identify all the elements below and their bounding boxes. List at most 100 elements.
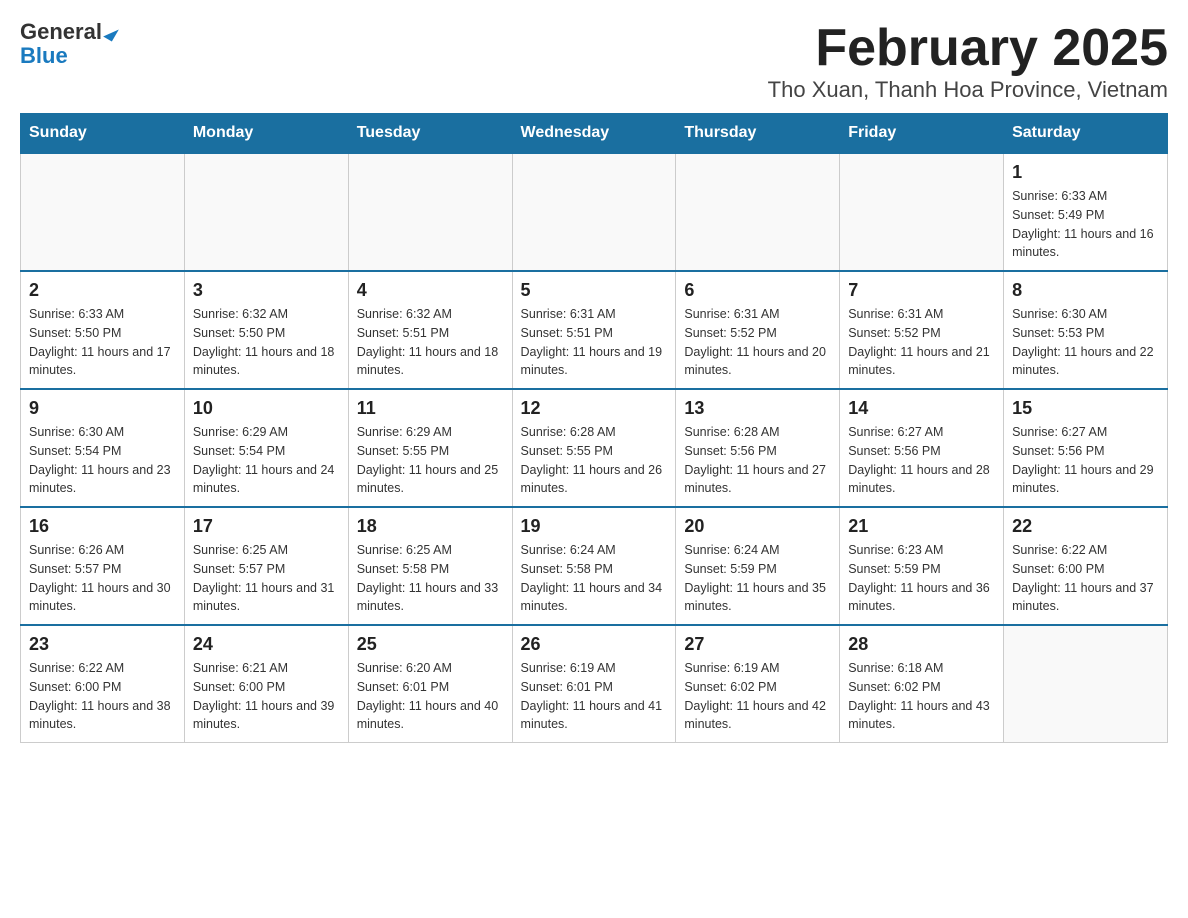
- day-info: Sunrise: 6:27 AM Sunset: 5:56 PM Dayligh…: [848, 423, 995, 498]
- day-info: Sunrise: 6:30 AM Sunset: 5:53 PM Dayligh…: [1012, 305, 1159, 380]
- day-info: Sunrise: 6:24 AM Sunset: 5:58 PM Dayligh…: [521, 541, 668, 616]
- header-saturday: Saturday: [1004, 114, 1168, 154]
- calendar-cell-w5-d2: 24 Sunrise: 6:21 AM Sunset: 6:00 PM Dayli…: [184, 625, 348, 743]
- day-number: 26: [521, 634, 668, 655]
- day-info: Sunrise: 6:22 AM Sunset: 6:00 PM Dayligh…: [29, 659, 176, 734]
- calendar-cell-w1-d1: [21, 153, 185, 271]
- calendar-cell-w4-d2: 17 Sunrise: 6:25 AM Sunset: 5:57 PM Dayli…: [184, 507, 348, 625]
- day-info: Sunrise: 6:32 AM Sunset: 5:50 PM Dayligh…: [193, 305, 340, 380]
- calendar-cell-w5-d7: [1004, 625, 1168, 743]
- calendar-cell-w1-d7: 1 Sunrise: 6:33 AM Sunset: 5:49 PM Daylig…: [1004, 153, 1168, 271]
- calendar-cell-w5-d1: 23 Sunrise: 6:22 AM Sunset: 6:00 PM Dayli…: [21, 625, 185, 743]
- page-header: General Blue February 2025 Tho Xuan, Tha…: [20, 20, 1168, 103]
- calendar-table: Sunday Monday Tuesday Wednesday Thursday…: [20, 113, 1168, 743]
- day-number: 18: [357, 516, 504, 537]
- day-number: 2: [29, 280, 176, 301]
- calendar-cell-w2-d1: 2 Sunrise: 6:33 AM Sunset: 5:50 PM Daylig…: [21, 271, 185, 389]
- day-number: 21: [848, 516, 995, 537]
- calendar-cell-w3-d7: 15 Sunrise: 6:27 AM Sunset: 5:56 PM Dayli…: [1004, 389, 1168, 507]
- calendar-cell-w5-d4: 26 Sunrise: 6:19 AM Sunset: 6:01 PM Dayli…: [512, 625, 676, 743]
- day-number: 8: [1012, 280, 1159, 301]
- day-number: 25: [357, 634, 504, 655]
- calendar-cell-w1-d5: [676, 153, 840, 271]
- day-number: 16: [29, 516, 176, 537]
- day-info: Sunrise: 6:29 AM Sunset: 5:54 PM Dayligh…: [193, 423, 340, 498]
- calendar-cell-w1-d2: [184, 153, 348, 271]
- day-info: Sunrise: 6:31 AM Sunset: 5:51 PM Dayligh…: [521, 305, 668, 380]
- calendar-cell-w4-d3: 18 Sunrise: 6:25 AM Sunset: 5:58 PM Dayli…: [348, 507, 512, 625]
- calendar-cell-w2-d3: 4 Sunrise: 6:32 AM Sunset: 5:51 PM Daylig…: [348, 271, 512, 389]
- calendar-cell-w3-d4: 12 Sunrise: 6:28 AM Sunset: 5:55 PM Dayli…: [512, 389, 676, 507]
- logo-triangle-icon: [103, 25, 119, 42]
- day-info: Sunrise: 6:27 AM Sunset: 5:56 PM Dayligh…: [1012, 423, 1159, 498]
- day-info: Sunrise: 6:28 AM Sunset: 5:55 PM Dayligh…: [521, 423, 668, 498]
- day-info: Sunrise: 6:25 AM Sunset: 5:58 PM Dayligh…: [357, 541, 504, 616]
- calendar-cell-w5-d5: 27 Sunrise: 6:19 AM Sunset: 6:02 PM Dayli…: [676, 625, 840, 743]
- calendar-cell-w3-d2: 10 Sunrise: 6:29 AM Sunset: 5:54 PM Dayli…: [184, 389, 348, 507]
- calendar-cell-w1-d6: [840, 153, 1004, 271]
- calendar-cell-w3-d5: 13Sunrise: 6:28 AM Sunset: 5:56 PM Dayli…: [676, 389, 840, 507]
- day-info: Sunrise: 6:19 AM Sunset: 6:02 PM Dayligh…: [684, 659, 831, 734]
- calendar-cell-w2-d4: 5 Sunrise: 6:31 AM Sunset: 5:51 PM Daylig…: [512, 271, 676, 389]
- day-number: 22: [1012, 516, 1159, 537]
- day-number: 20: [684, 516, 831, 537]
- day-number: 27: [684, 634, 831, 655]
- header-wednesday: Wednesday: [512, 114, 676, 154]
- day-number: 10: [193, 398, 340, 419]
- calendar-cell-w5-d6: 28Sunrise: 6:18 AM Sunset: 6:02 PM Dayli…: [840, 625, 1004, 743]
- day-info: Sunrise: 6:19 AM Sunset: 6:01 PM Dayligh…: [521, 659, 668, 734]
- day-info: Sunrise: 6:33 AM Sunset: 5:50 PM Dayligh…: [29, 305, 176, 380]
- calendar-cell-w5-d3: 25 Sunrise: 6:20 AM Sunset: 6:01 PM Dayli…: [348, 625, 512, 743]
- calendar-cell-w4-d7: 22 Sunrise: 6:22 AM Sunset: 6:00 PM Dayli…: [1004, 507, 1168, 625]
- day-number: 11: [357, 398, 504, 419]
- logo-general-text: General: [20, 19, 102, 44]
- page-subtitle: Tho Xuan, Thanh Hoa Province, Vietnam: [768, 77, 1168, 103]
- week-row-1: 1 Sunrise: 6:33 AM Sunset: 5:49 PM Daylig…: [21, 153, 1168, 271]
- title-section: February 2025 Tho Xuan, Thanh Hoa Provin…: [768, 20, 1168, 103]
- day-info: Sunrise: 6:22 AM Sunset: 6:00 PM Dayligh…: [1012, 541, 1159, 616]
- day-number: 24: [193, 634, 340, 655]
- day-info: Sunrise: 6:21 AM Sunset: 6:00 PM Dayligh…: [193, 659, 340, 734]
- calendar-cell-w4-d4: 19Sunrise: 6:24 AM Sunset: 5:58 PM Dayli…: [512, 507, 676, 625]
- header-friday: Friday: [840, 114, 1004, 154]
- calendar-header-row: Sunday Monday Tuesday Wednesday Thursday…: [21, 114, 1168, 154]
- day-number: 15: [1012, 398, 1159, 419]
- calendar-cell-w4-d6: 21 Sunrise: 6:23 AM Sunset: 5:59 PM Dayli…: [840, 507, 1004, 625]
- day-number: 9: [29, 398, 176, 419]
- calendar-cell-w3-d3: 11 Sunrise: 6:29 AM Sunset: 5:55 PM Dayli…: [348, 389, 512, 507]
- calendar-cell-w2-d5: 6 Sunrise: 6:31 AM Sunset: 5:52 PM Daylig…: [676, 271, 840, 389]
- day-number: 23: [29, 634, 176, 655]
- day-info: Sunrise: 6:26 AM Sunset: 5:57 PM Dayligh…: [29, 541, 176, 616]
- calendar-cell-w2-d7: 8 Sunrise: 6:30 AM Sunset: 5:53 PM Daylig…: [1004, 271, 1168, 389]
- day-number: 12: [521, 398, 668, 419]
- calendar-cell-w2-d2: 3 Sunrise: 6:32 AM Sunset: 5:50 PM Daylig…: [184, 271, 348, 389]
- day-info: Sunrise: 6:23 AM Sunset: 5:59 PM Dayligh…: [848, 541, 995, 616]
- day-number: 3: [193, 280, 340, 301]
- header-sunday: Sunday: [21, 114, 185, 154]
- day-number: 4: [357, 280, 504, 301]
- day-number: 5: [521, 280, 668, 301]
- logo-blue-text: Blue: [20, 44, 116, 68]
- day-number: 1: [1012, 162, 1159, 183]
- day-number: 6: [684, 280, 831, 301]
- day-number: 17: [193, 516, 340, 537]
- header-tuesday: Tuesday: [348, 114, 512, 154]
- day-info: Sunrise: 6:20 AM Sunset: 6:01 PM Dayligh…: [357, 659, 504, 734]
- day-info: Sunrise: 6:29 AM Sunset: 5:55 PM Dayligh…: [357, 423, 504, 498]
- calendar-cell-w2-d6: 7Sunrise: 6:31 AM Sunset: 5:52 PM Daylig…: [840, 271, 1004, 389]
- day-info: Sunrise: 6:31 AM Sunset: 5:52 PM Dayligh…: [848, 305, 995, 380]
- day-info: Sunrise: 6:25 AM Sunset: 5:57 PM Dayligh…: [193, 541, 340, 616]
- calendar-cell-w1-d4: [512, 153, 676, 271]
- day-info: Sunrise: 6:32 AM Sunset: 5:51 PM Dayligh…: [357, 305, 504, 380]
- page-title: February 2025: [768, 20, 1168, 77]
- header-monday: Monday: [184, 114, 348, 154]
- day-info: Sunrise: 6:31 AM Sunset: 5:52 PM Dayligh…: [684, 305, 831, 380]
- week-row-4: 16 Sunrise: 6:26 AM Sunset: 5:57 PM Dayli…: [21, 507, 1168, 625]
- calendar-cell-w3-d1: 9 Sunrise: 6:30 AM Sunset: 5:54 PM Daylig…: [21, 389, 185, 507]
- day-number: 13: [684, 398, 831, 419]
- day-info: Sunrise: 6:33 AM Sunset: 5:49 PM Dayligh…: [1012, 187, 1159, 262]
- week-row-5: 23 Sunrise: 6:22 AM Sunset: 6:00 PM Dayli…: [21, 625, 1168, 743]
- day-info: Sunrise: 6:30 AM Sunset: 5:54 PM Dayligh…: [29, 423, 176, 498]
- logo: General Blue: [20, 20, 116, 68]
- day-info: Sunrise: 6:24 AM Sunset: 5:59 PM Dayligh…: [684, 541, 831, 616]
